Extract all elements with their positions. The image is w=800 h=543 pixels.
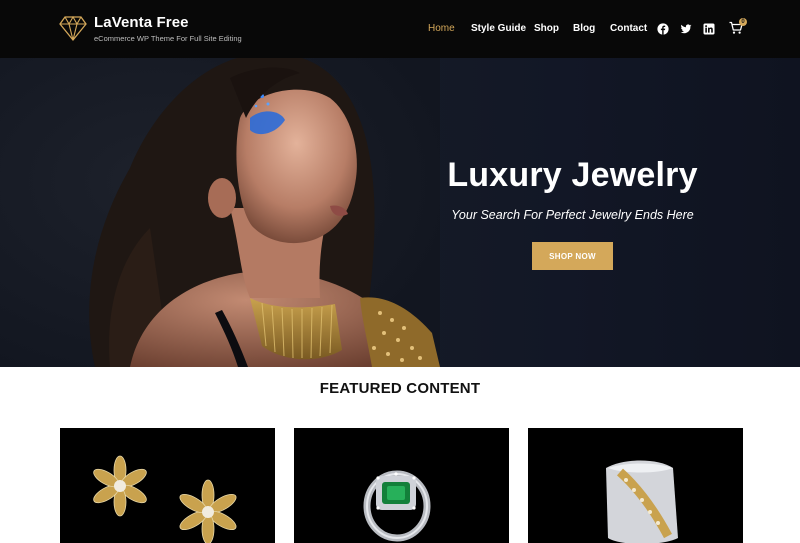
diamond-icon[interactable] bbox=[58, 14, 88, 42]
twitter-icon[interactable] bbox=[680, 23, 692, 35]
site-title[interactable]: LaVenta Free bbox=[94, 14, 189, 31]
cart-button[interactable]: 0 bbox=[729, 18, 747, 37]
shop-now-button[interactable]: SHOP NOW bbox=[532, 242, 613, 270]
cart-count-badge: 0 bbox=[739, 18, 747, 26]
hero-subtitle: Your Search For Perfect Jewelry Ends Her… bbox=[451, 208, 694, 222]
flower-earrings-image bbox=[93, 455, 237, 543]
nav-shop[interactable]: Shop bbox=[534, 23, 559, 34]
linkedin-icon[interactable] bbox=[703, 23, 715, 35]
facebook-icon[interactable] bbox=[657, 23, 669, 35]
hero-title: Luxury Jewelry bbox=[447, 156, 698, 194]
featured-heading: FEATURED CONTENT bbox=[319, 380, 481, 397]
nav-blog[interactable]: Blog bbox=[573, 23, 595, 34]
hero-banner: Luxury Jewelry Your Search For Perfect J… bbox=[0, 58, 800, 367]
featured-card-earrings[interactable] bbox=[60, 428, 275, 543]
featured-card-ring[interactable] bbox=[294, 428, 509, 543]
nav-contact[interactable]: Contact bbox=[610, 23, 647, 34]
hero-model-image bbox=[0, 58, 440, 367]
site-tagline: eCommerce WP Theme For Full Site Editing bbox=[94, 34, 242, 43]
featured-card-bracelet[interactable] bbox=[528, 428, 743, 543]
site-header: LaVenta Free eCommerce WP Theme For Full… bbox=[0, 0, 800, 58]
nav-style-guide[interactable]: Style Guide bbox=[471, 23, 526, 34]
diamond-bracelet-image bbox=[606, 460, 678, 543]
nav-home[interactable]: Home bbox=[428, 23, 455, 34]
emerald-ring-image bbox=[363, 470, 431, 542]
